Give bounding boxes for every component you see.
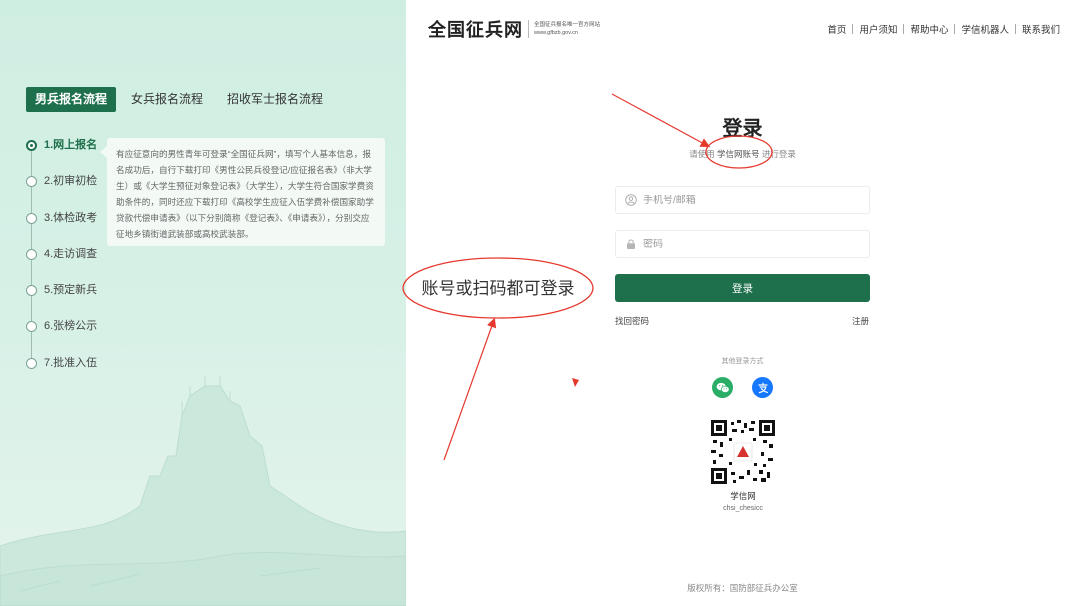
nav-divider <box>903 24 905 34</box>
step-label: 5.预定新兵 <box>44 284 98 297</box>
step-reserve-recruits[interactable]: 5.预定新兵 <box>26 281 97 317</box>
login-title: 登录 <box>722 118 763 140</box>
step-label: 7.批准入伍 <box>44 356 98 369</box>
nav-divider <box>954 24 956 34</box>
nav-contact-us[interactable]: 联系我们 <box>1022 22 1060 36</box>
password-field[interactable] <box>615 230 870 258</box>
tab-female-process[interactable]: 女兵报名流程 <box>122 87 212 112</box>
login-subtitle: 请使用 学信网账号 进行登录 <box>615 148 870 160</box>
nav-help-center[interactable]: 帮助中心 <box>910 22 948 36</box>
logo-subtitle: 全国征兵报名唯一官方网站 www.gfbzb.gov.cn <box>534 21 600 37</box>
logo-slogan: 全国征兵报名唯一官方网站 <box>534 22 601 28</box>
step-online-registration[interactable]: 1.网上报名 <box>26 136 97 172</box>
nav-chsi-robot[interactable]: 学信机器人 <box>961 22 1009 36</box>
logo-url: www.gfbzb.gov.cn <box>534 30 578 36</box>
annotation-text: 账号或扫码都可登录 <box>421 279 575 298</box>
step-description: 有应征意向的男性青年可登录“全国征兵网”，填写个人基本信息，报名成功后，自行下载… <box>100 138 385 246</box>
step-label: 2.初审初检 <box>44 175 98 188</box>
step-dot-icon <box>26 248 37 260</box>
step-dot-icon <box>26 176 37 188</box>
nav-user-guide[interactable]: 用户须知 <box>859 22 897 36</box>
step-dot-icon <box>26 212 37 224</box>
nav-home[interactable]: 首页 <box>827 22 846 36</box>
step-physical-political-exam[interactable]: 3.体检政考 <box>26 209 97 245</box>
forgot-password-link[interactable]: 找回密码 <box>615 315 649 327</box>
step-label: 1.网上报名 <box>44 139 98 151</box>
step-dot-icon <box>26 357 37 369</box>
step-label: 3.体检政考 <box>44 211 98 224</box>
step-approval-enlist[interactable]: 7.批准入伍 <box>26 354 97 390</box>
process-panel: 男兵报名流程 女兵报名流程 招收军士报名流程 1.网上报名 2.初审初检 3.体… <box>0 0 406 606</box>
subtitle-account-type: 学信网账号 <box>716 149 760 159</box>
nav-divider <box>852 24 854 34</box>
tab-nco-process[interactable]: 招收军士报名流程 <box>218 87 332 112</box>
user-icon <box>624 193 638 207</box>
arrow-to-annotation <box>443 317 497 461</box>
other-login-methods-label: 其他登录方式 <box>721 358 764 365</box>
lock-icon <box>624 237 638 251</box>
logo-title: 全国征兵网 <box>428 20 523 41</box>
copyright-footer: 版权所有：国防部征兵办公室 <box>687 583 798 593</box>
site-logo[interactable]: 全国征兵网 全国征兵报名唯一官方网站 www.gfbzb.gov.cn <box>428 16 600 42</box>
nav-divider <box>1014 24 1016 34</box>
qr-account-id: chsi_chesicc <box>723 505 763 512</box>
username-input[interactable] <box>643 194 843 206</box>
step-label: 4.走访调查 <box>44 247 98 260</box>
step-dot-icon <box>26 140 37 151</box>
tab-male-process[interactable]: 男兵报名流程 <box>26 87 117 112</box>
logo-divider <box>528 20 529 38</box>
subtitle-suffix: 进行登录 <box>761 149 796 159</box>
qr-code[interactable] <box>711 420 775 484</box>
qr-account-name: 学信网 <box>730 491 756 501</box>
alipay-icon <box>757 382 768 393</box>
wechat-icon <box>716 382 730 393</box>
step-dot-icon <box>26 285 37 297</box>
process-steps: 1.网上报名 2.初审初检 3.体检政考 4.走访调查 5.预定新兵 6.张榜公… <box>26 136 97 390</box>
alipay-login-button[interactable] <box>752 377 773 398</box>
wechat-login-button[interactable] <box>712 377 733 398</box>
step-public-notice[interactable]: 6.张榜公示 <box>26 317 97 353</box>
subtitle-prefix: 请使用 <box>689 149 715 159</box>
username-field[interactable] <box>615 186 870 214</box>
step-dot-icon <box>26 321 37 333</box>
small-arrow-mark <box>572 378 579 387</box>
password-input[interactable] <box>643 238 843 250</box>
process-tabs: 男兵报名流程 女兵报名流程 招收军士报名流程 <box>26 87 338 112</box>
top-nav: 首页 用户须知 帮助中心 学信机器人 联系我们 <box>827 22 1060 36</box>
step-home-visit[interactable]: 4.走访调查 <box>26 245 97 281</box>
login-button[interactable]: 登录 <box>615 274 870 302</box>
register-link[interactable]: 注册 <box>852 315 869 327</box>
step-label: 6.张榜公示 <box>44 320 98 333</box>
step-preliminary-check[interactable]: 2.初审初检 <box>26 172 97 208</box>
